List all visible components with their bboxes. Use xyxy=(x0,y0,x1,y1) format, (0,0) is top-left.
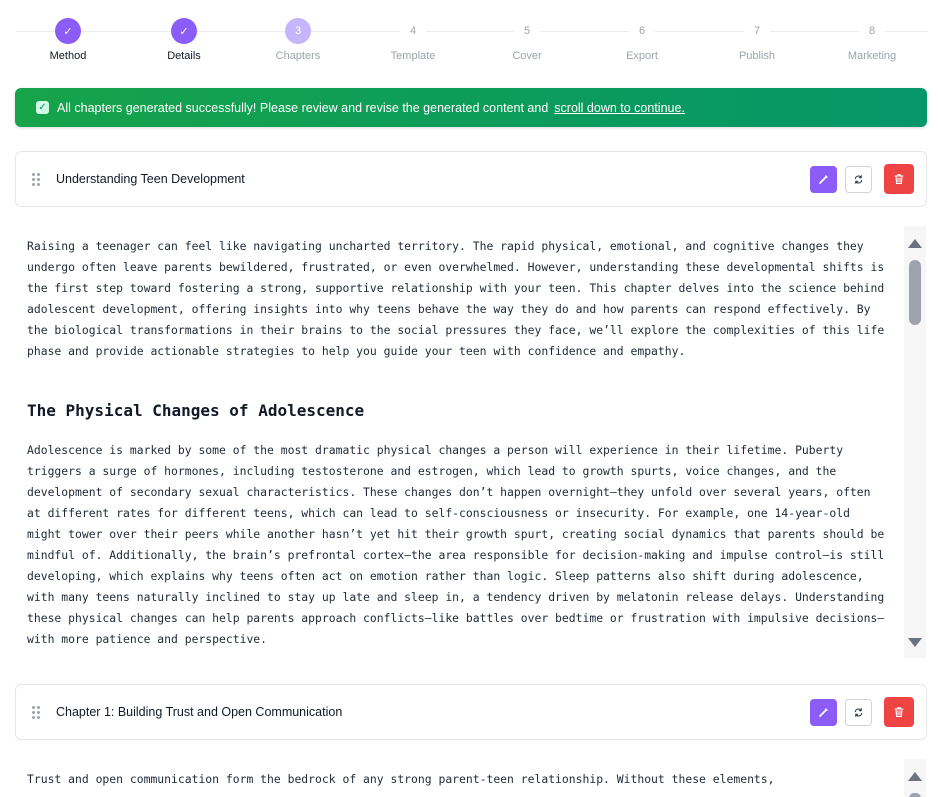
scroll-down-arrow[interactable] xyxy=(908,638,922,647)
chapter-card: Understanding Teen Development xyxy=(15,151,927,207)
chapter-content-editor[interactable]: Trust and open communication form the be… xyxy=(15,769,904,797)
refresh-icon xyxy=(854,707,863,717)
chapter-content-editor[interactable]: Raising a teenager can feel like navigat… xyxy=(15,236,904,658)
step-label: Publish xyxy=(738,50,776,62)
scroll-thumb[interactable] xyxy=(909,260,921,325)
delete-chapter-button[interactable] xyxy=(884,164,914,194)
pencil-icon xyxy=(819,174,828,184)
step-label: Marketing xyxy=(847,50,897,62)
regenerate-chapter-button[interactable] xyxy=(845,165,872,193)
step-number: 6 xyxy=(629,18,655,44)
step-cover[interactable]: 5 Cover xyxy=(472,18,582,62)
check-icon: ✓ xyxy=(36,101,49,114)
step-marketing[interactable]: 8 Marketing xyxy=(817,18,927,62)
regenerate-chapter-button[interactable] xyxy=(845,698,872,726)
success-banner: ✓ All chapters generated successfully! P… xyxy=(15,88,927,127)
chapter-title: Chapter 1: Building Trust and Open Commu… xyxy=(56,705,343,719)
step-label: Cover xyxy=(512,50,542,62)
check-icon: ✓ xyxy=(171,18,197,44)
step-number: 8 xyxy=(859,18,885,44)
step-chapters[interactable]: 3 Chapters xyxy=(243,18,353,62)
step-label: Chapters xyxy=(275,50,321,62)
step-number: 4 xyxy=(400,18,426,44)
delete-chapter-button[interactable] xyxy=(884,697,914,727)
scroll-down-link[interactable]: scroll down to continue. xyxy=(554,101,685,115)
step-label: Template xyxy=(390,50,436,62)
step-template[interactable]: 4 Template xyxy=(358,18,468,62)
step-label: Method xyxy=(49,50,87,62)
banner-message: All chapters generated successfully! Ple… xyxy=(57,100,549,115)
check-icon: ✓ xyxy=(55,18,81,44)
step-method[interactable]: ✓ Method xyxy=(13,18,123,62)
chapter-title: Understanding Teen Development xyxy=(56,172,245,186)
scroll-up-arrow[interactable] xyxy=(908,772,922,781)
refresh-icon xyxy=(854,174,863,184)
step-label: Export xyxy=(626,50,658,62)
step-publish[interactable]: 7 Publish xyxy=(702,18,812,62)
drag-handle-icon[interactable] xyxy=(16,705,56,719)
scroll-up-arrow[interactable] xyxy=(908,239,922,248)
pencil-icon xyxy=(819,707,828,717)
content-scrollbar[interactable] xyxy=(904,226,926,658)
section-paragraph: Adolescence is marked by some of the mos… xyxy=(27,443,885,646)
step-label: Details xyxy=(167,50,201,62)
chapter-card: Chapter 1: Building Trust and Open Commu… xyxy=(15,684,927,740)
trash-icon xyxy=(894,707,904,718)
step-number: 7 xyxy=(744,18,770,44)
scroll-thumb[interactable] xyxy=(909,793,921,797)
step-details[interactable]: ✓ Details xyxy=(129,18,239,62)
edit-chapter-button[interactable] xyxy=(810,698,837,726)
content-scrollbar[interactable] xyxy=(904,759,926,797)
step-number: 5 xyxy=(514,18,540,44)
chapter-intro-paragraph: Trust and open communication form the be… xyxy=(27,772,775,786)
edit-chapter-button[interactable] xyxy=(810,165,837,193)
drag-handle-icon[interactable] xyxy=(16,172,56,186)
step-export[interactable]: 6 Export xyxy=(587,18,697,62)
step-number: 3 xyxy=(285,18,311,44)
chapter-intro-paragraph: Raising a teenager can feel like navigat… xyxy=(27,239,885,358)
progress-stepper: ✓ Method ✓ Details 3 Chapters 4 Template… xyxy=(0,0,938,80)
section-heading: The Physical Changes of Adolescence xyxy=(27,401,365,420)
trash-icon xyxy=(894,174,904,185)
